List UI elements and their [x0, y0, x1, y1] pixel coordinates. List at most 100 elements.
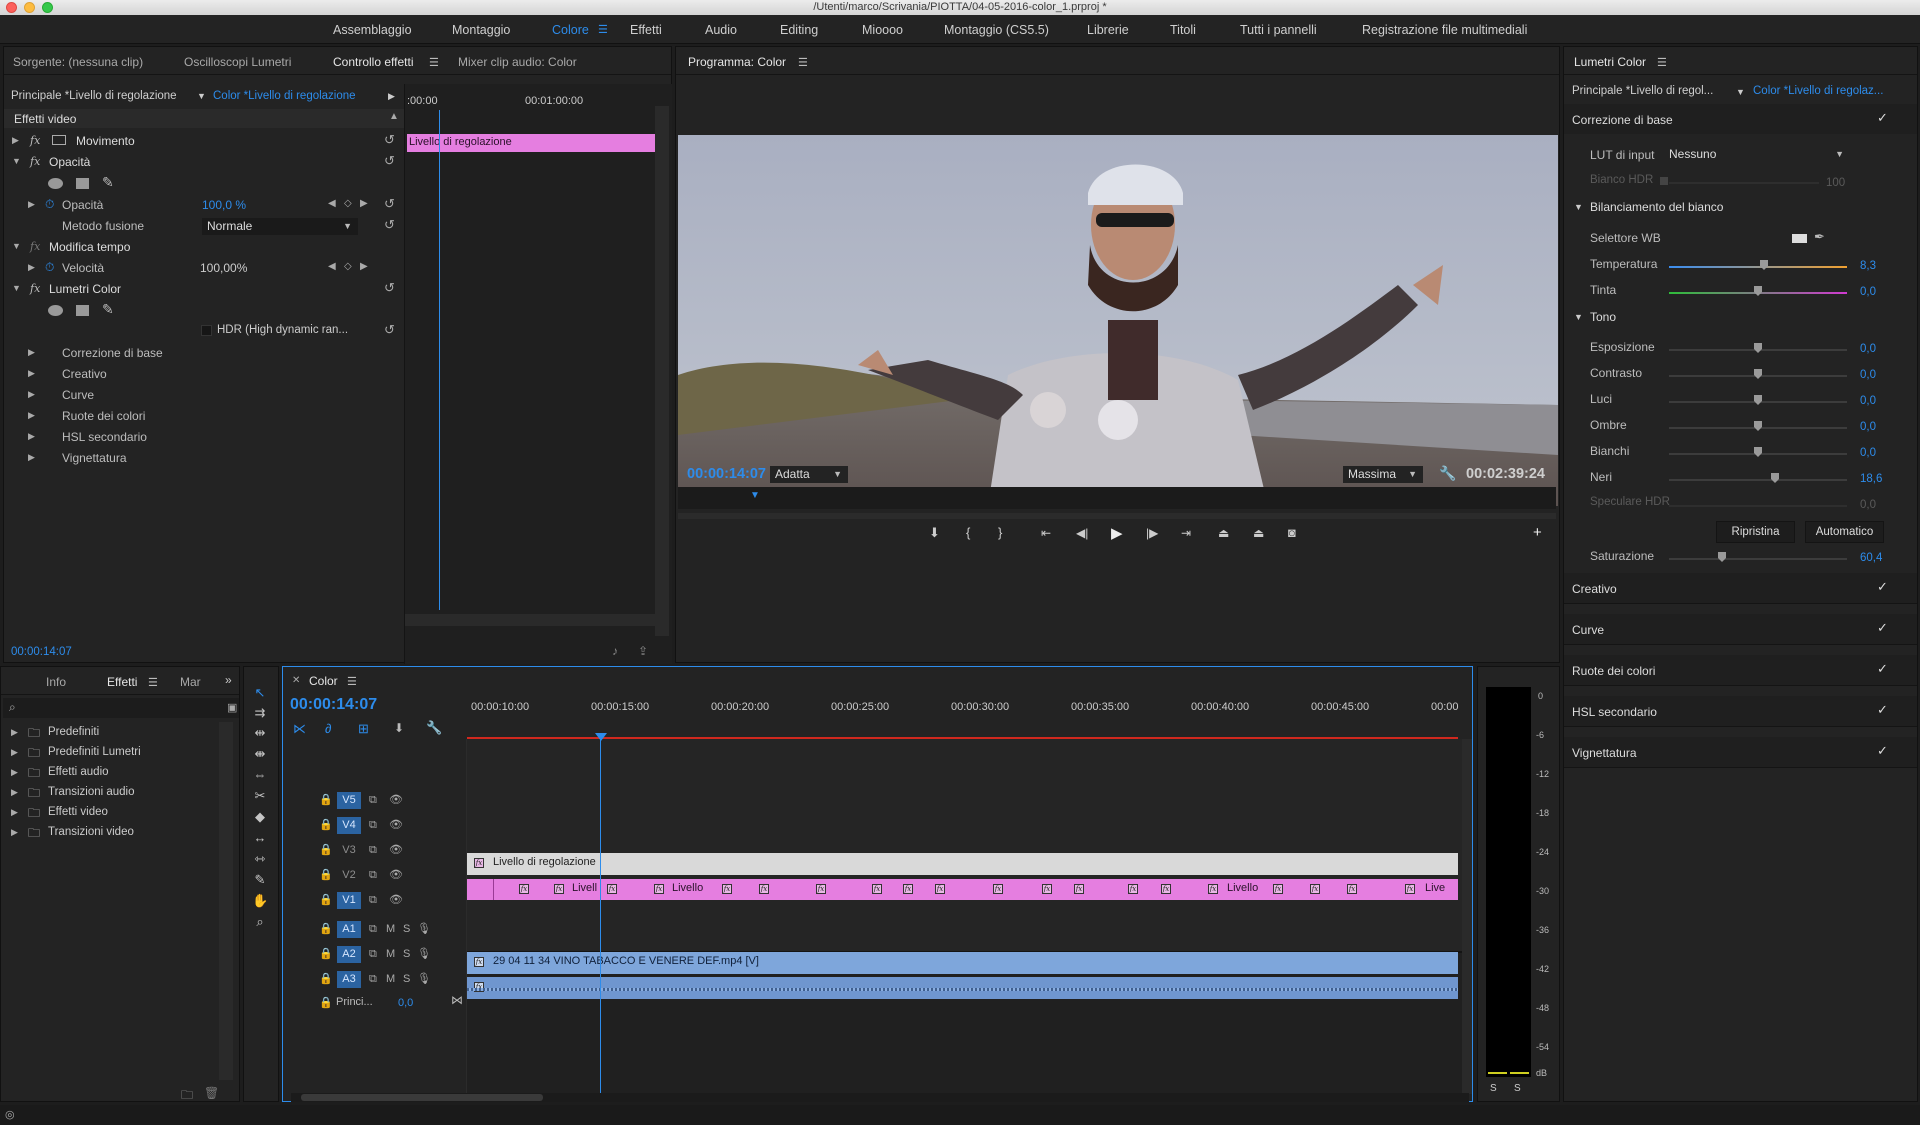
timeline-playhead-handle[interactable]	[595, 733, 607, 741]
lock-icon[interactable]: 🔒	[319, 893, 333, 906]
timeline-ruler[interactable]: 00:00:10:00 00:00:15:00 00:00:20:00 00:0…	[467, 691, 1462, 719]
section-vignettatura[interactable]: Vignettatura ✓	[1564, 737, 1917, 768]
expand-triangle-icon[interactable]: ▶	[28, 431, 35, 442]
rectangle-mask-icon[interactable]	[76, 305, 89, 316]
play-clip-icon[interactable]: ▶	[388, 91, 395, 102]
prev-keyframe-icon[interactable]: ◀	[328, 261, 336, 272]
eye-icon[interactable]: 👁	[389, 818, 403, 831]
temperature-slider[interactable]	[1669, 266, 1847, 268]
workspace-editing[interactable]: Editing	[780, 23, 818, 37]
snap-icon[interactable]: ⋉	[293, 721, 306, 737]
timeline-timecode[interactable]: 00:00:14:07	[290, 696, 377, 714]
workspace-registrazione[interactable]: Registrazione file multimediali	[1362, 23, 1527, 37]
tab-effects[interactable]: Effetti	[107, 675, 137, 689]
highlights-knob[interactable]	[1754, 395, 1762, 405]
hdr-specular-slider[interactable]	[1669, 505, 1847, 507]
workspace-tutti-pannelli[interactable]: Tutti i pannelli	[1240, 23, 1317, 37]
timeline-playhead-line[interactable]	[600, 739, 601, 1094]
step-forward-icon[interactable]: |▶	[1146, 526, 1158, 540]
wb-color-swatch[interactable]	[1792, 234, 1807, 243]
highlights-value[interactable]: 0,0	[1860, 395, 1876, 407]
fx-icon[interactable]: fx	[30, 282, 40, 295]
tint-value[interactable]: 0,0	[1860, 286, 1876, 298]
lock-icon[interactable]: 🔒	[319, 947, 333, 960]
temperature-knob[interactable]	[1760, 260, 1768, 270]
rolling-edit-tool-icon[interactable]: ⇼	[252, 746, 268, 762]
program-zoom-bar[interactable]	[678, 513, 1556, 519]
tint-knob[interactable]	[1754, 286, 1762, 296]
panel-menu-icon[interactable]: ☰	[429, 56, 439, 69]
collapse-triangle-icon[interactable]: ▼	[1574, 202, 1583, 212]
track-target-v3[interactable]: V3	[337, 842, 361, 859]
solo-right-button[interactable]: S	[1514, 1083, 1521, 1094]
saturation-value[interactable]: 60,4	[1860, 552, 1882, 564]
lut-dropdown[interactable]: Nessuno ▼	[1664, 146, 1850, 163]
timeline-vertical-scrollbar[interactable]	[1462, 739, 1472, 1094]
lift-icon[interactable]: ⏏	[1218, 526, 1229, 540]
workspace-menu-icon[interactable]: ☰	[598, 23, 608, 36]
effects-folder[interactable]: ▶ 🗀 Transizioni audio	[1, 782, 219, 803]
pen-mask-icon[interactable]: ✎	[102, 301, 114, 318]
section-checkbox[interactable]: ✓	[1877, 579, 1888, 595]
motion-transform-icon[interactable]	[52, 135, 66, 145]
sequence-tab[interactable]: Color	[309, 674, 338, 688]
whites-knob[interactable]	[1754, 447, 1762, 457]
tab-effect-controls[interactable]: Controllo effetti	[333, 55, 414, 69]
track-select-tool-icon[interactable]: ⇉	[252, 705, 268, 721]
section-checkbox[interactable]: ✓	[1877, 743, 1888, 759]
workspace-montaggio[interactable]: Montaggio	[452, 23, 510, 37]
shadows-value[interactable]: 0,0	[1860, 421, 1876, 433]
more-panels-icon[interactable]: »	[225, 673, 232, 687]
workspace-colore[interactable]: Colore	[552, 23, 589, 37]
add-marker-icon[interactable]: ⬇	[394, 721, 404, 735]
breadcrumb-sequence[interactable]: Color *Livello di regolazione	[213, 90, 356, 102]
solo-icon[interactable]: S	[403, 923, 410, 935]
program-monitor-title[interactable]: Programma: Color	[688, 55, 786, 69]
mark-in-icon[interactable]: {	[966, 525, 970, 540]
add-marker-icon[interactable]: ⬇	[929, 525, 940, 541]
eye-icon[interactable]: 👁	[389, 793, 403, 806]
razor-tool-icon[interactable]: ✂	[252, 788, 268, 804]
section-checkbox[interactable]: ✓	[1877, 702, 1888, 718]
solo-icon[interactable]: S	[403, 973, 410, 985]
playback-quality-dropdown[interactable]: Massima ▼	[1343, 466, 1423, 483]
whites-value[interactable]: 0,0	[1860, 447, 1876, 459]
fx-icon[interactable]: fx	[30, 240, 40, 253]
temperature-value[interactable]: 8,3	[1860, 260, 1876, 272]
saturation-knob[interactable]	[1718, 552, 1726, 562]
lock-icon[interactable]: 🔒	[319, 818, 333, 831]
hand-tool-icon[interactable]: ✋	[252, 893, 268, 909]
program-scrubber[interactable]: ▼	[678, 487, 1556, 509]
reset-icon[interactable]: ↺	[384, 153, 395, 169]
pen-tool-icon[interactable]: ✎	[252, 872, 268, 888]
expand-triangle-icon[interactable]: ▶	[28, 199, 35, 210]
fx-icon[interactable]: fx	[30, 155, 40, 168]
program-timecode[interactable]: 00:00:14:07	[687, 466, 766, 482]
video-frame[interactable]	[678, 135, 1558, 506]
timeline-track-v4-clips[interactable]: fx fx Livell fx fx Livello fx fx fx fx f…	[467, 879, 1458, 900]
export-audio-icon[interactable]: ♪	[612, 644, 618, 658]
collapse-triangle-icon[interactable]: ▼	[12, 283, 21, 293]
reset-icon[interactable]: ↺	[384, 322, 395, 338]
ripple-edit-tool-icon[interactable]: ⇹	[252, 725, 268, 741]
nest-icon[interactable]: ⊞	[358, 721, 369, 737]
exposure-knob[interactable]	[1754, 343, 1762, 353]
tab-source[interactable]: Sorgente: (nessuna clip)	[13, 55, 143, 69]
hdr-checkbox[interactable]	[201, 325, 212, 336]
sync-lock-icon[interactable]: ⧉	[369, 794, 377, 807]
track-target-v4[interactable]: V4	[337, 817, 361, 834]
delete-trash-icon[interactable]: 🗑	[204, 1086, 219, 1100]
reset-icon[interactable]: ↺	[384, 132, 395, 148]
tab-audio-clip-mixer[interactable]: Mixer clip audio: Color	[458, 55, 577, 69]
solo-icon[interactable]: S	[403, 948, 410, 960]
new-folder-icon[interactable]: 🗀	[181, 1086, 193, 1107]
go-to-in-icon[interactable]: ⇤	[1041, 526, 1051, 540]
rectangle-mask-icon[interactable]	[76, 178, 89, 189]
section-creativo[interactable]: Creativo ✓	[1564, 573, 1917, 604]
scrollbar-thumb[interactable]	[301, 1094, 543, 1101]
master-track-toggle-icon[interactable]: ⋈	[451, 993, 463, 1007]
panel-menu-icon[interactable]: ☰	[798, 56, 808, 69]
eye-icon[interactable]: 👁	[389, 868, 403, 881]
section-curve[interactable]: Curve ✓	[1564, 614, 1917, 645]
blacks-knob[interactable]	[1771, 473, 1779, 483]
